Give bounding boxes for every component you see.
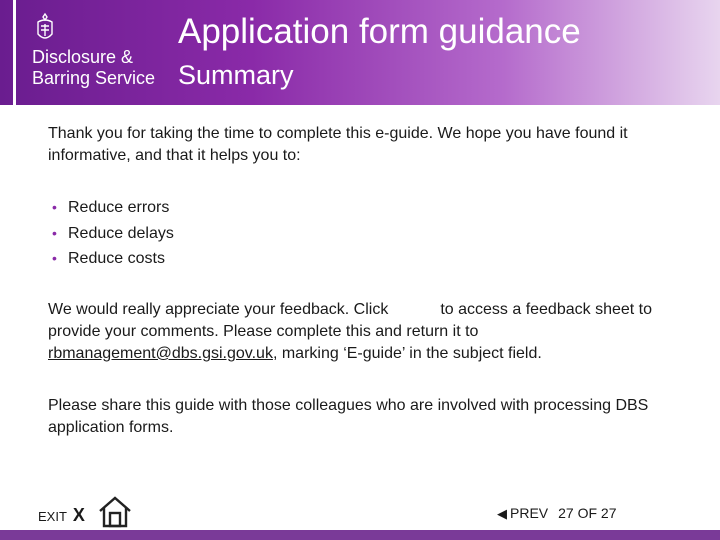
logo-text-line2: Barring Service [32,68,156,88]
feedback-text-before: We would really appreciate your feedback… [48,301,389,318]
list-item-text: Reduce costs [68,250,165,267]
bullet-icon: • [52,250,57,266]
crest-icon [37,12,53,39]
feedback-link-area[interactable] [388,301,440,319]
prev-label: PREV [510,505,549,521]
feedback-text-end: , marking ‘E-guide’ in the subject field… [272,345,542,362]
prev-button[interactable]: ◀ PREV [497,505,548,521]
list-item: • Reduce costs [48,246,174,272]
page-subtitle: Summary [178,60,294,90]
footer-strip [0,530,720,540]
bullet-icon: • [52,224,57,241]
bullet-icon: • [52,199,57,215]
prev-arrow-icon: ◀ [497,506,507,521]
main-content: Thank you for taking the time to complet… [48,123,698,436]
home-icon[interactable] [98,495,132,529]
exit-label: EXIT [38,509,67,524]
benefits-list: • Reduce errors • Reduce delays • Reduce co… [48,195,174,272]
share-paragraph: Please share this guide with those colle… [48,397,649,436]
logo-text-line1: Disclosure & [32,47,134,67]
exit-x-icon: X [72,505,85,525]
list-item-text: Reduce errors [68,199,170,216]
list-item: • Reduce delays [48,221,174,247]
dbs-logo: Disclosure & Barring Service [20,12,170,92]
email-link[interactable]: rbmanagement@dbs.gsi.gov.uk [48,345,273,362]
list-item: • Reduce errors [48,195,174,221]
intro-paragraph: Thank you for taking the time to complet… [48,125,628,164]
exit-button[interactable]: EXIT X [38,505,85,526]
pagination-nav: ◀ PREV 27 OF 27 [497,505,617,522]
feedback-paragraph: We would really appreciate your feedback… [48,299,698,365]
page-indicator: 27 OF 27 [558,505,617,521]
page-title: Application form guidance [178,12,581,51]
list-item-text: Reduce delays [68,224,174,242]
header-divider [13,0,16,107]
